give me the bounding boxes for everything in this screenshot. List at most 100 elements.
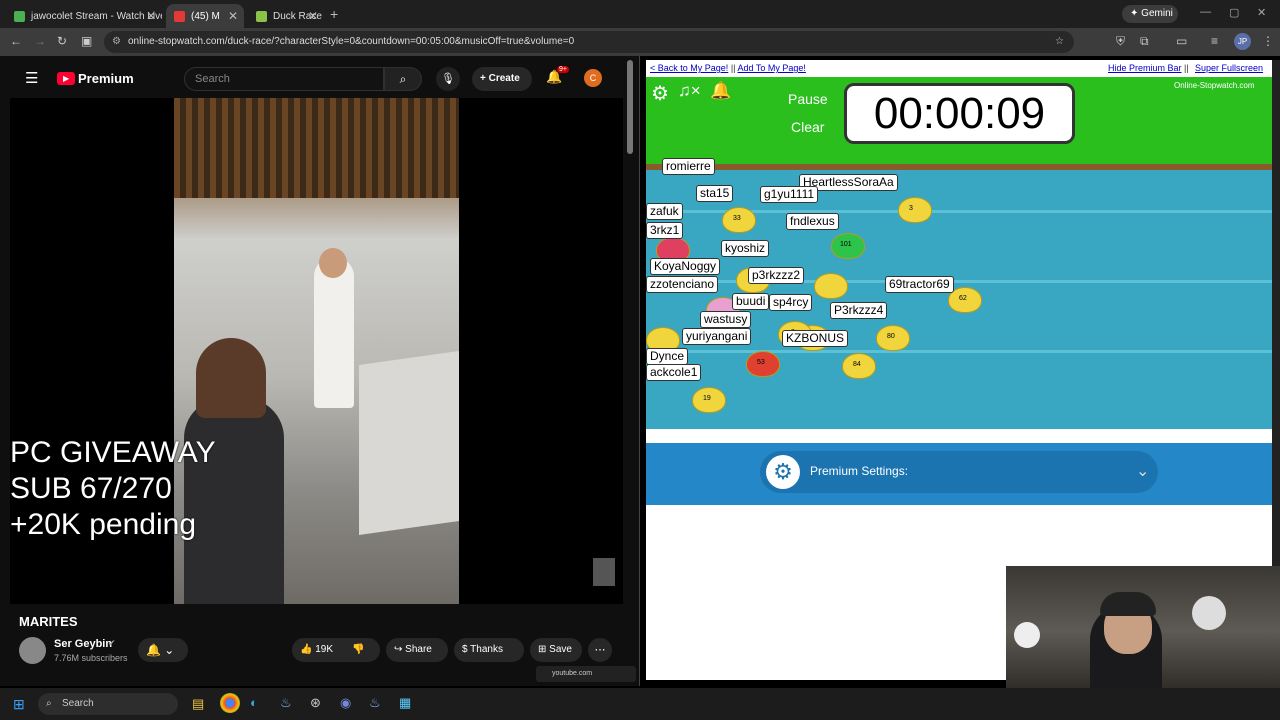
hide-premium-bar-link[interactable]: Hide Premium Bar — [1108, 60, 1182, 77]
hamburger-icon[interactable]: ☰ — [25, 69, 38, 87]
like-button[interactable]: 👍 19K — [300, 638, 333, 662]
ceiling-slats — [174, 98, 459, 198]
minimize-icon[interactable]: — — [1200, 6, 1211, 18]
address-bar[interactable]: ⚙ online-stopwatch.com/duck-race/?charac… — [104, 31, 1074, 53]
extensions-icon[interactable]: ⧉ — [1140, 34, 1149, 49]
bookmark-star-icon[interactable]: ☆ — [1055, 31, 1064, 53]
racer-label: KoyaNoggy — [650, 258, 721, 275]
close-icon[interactable]: ✕ — [228, 9, 238, 23]
back-icon[interactable]: ← — [10, 34, 22, 48]
racer-label: g1yu1111 — [760, 186, 819, 203]
steam-icon[interactable]: ♨ — [369, 695, 381, 711]
youtube-logo-text[interactable]: Premium — [78, 71, 134, 86]
edge-icon[interactable]: ◐ — [250, 695, 258, 710]
search-input[interactable]: Search — [184, 67, 384, 91]
super-fullscreen-link[interactable]: Super Fullscreen — [1195, 60, 1263, 77]
duck-racer: 101 — [831, 233, 865, 259]
share-icon: ↪ — [394, 644, 406, 655]
create-button[interactable]: + Create — [472, 67, 532, 91]
scrollbar-thumb[interactable] — [627, 60, 633, 154]
account-avatar[interactable]: C — [584, 69, 602, 87]
channel-watermark[interactable] — [593, 558, 615, 586]
youtube-header: ☰ ▶ Premium Search ⌕ 🎙 + Create 🔔 9+ C — [0, 56, 628, 100]
racer-label: zzotenciano — [646, 276, 719, 293]
tab-favicon — [256, 10, 267, 22]
sound-icon[interactable]: 🔔 — [710, 81, 731, 101]
overlay-line-3: +20K pending — [10, 508, 197, 541]
gemini-button[interactable]: ✦ Gemini — [1122, 5, 1178, 23]
person-head — [319, 248, 347, 278]
forward-icon[interactable]: → — [34, 34, 46, 48]
channel-name[interactable]: Ser Geybin — [54, 638, 112, 650]
dislike-button[interactable]: 👎 — [352, 638, 364, 662]
menu-icon[interactable]: ⋮ — [1262, 34, 1274, 48]
tab-duck-race[interactable]: Duck Race ✕ — [248, 4, 324, 28]
windows-start-icon[interactable]: ⊞ — [13, 696, 25, 713]
racer-label: p3rkzzz2 — [748, 267, 805, 284]
create-label: Create — [488, 73, 520, 84]
save-label: Save — [549, 644, 572, 655]
share-button[interactable]: ↪ Share — [386, 638, 448, 662]
video-player[interactable]: PC GIVEAWAY SUB 67/270 +20K pending — [10, 98, 623, 604]
duck-racer: 33 — [722, 207, 756, 233]
add-to-page-link[interactable]: Add To My Page! — [738, 63, 806, 73]
cast-icon[interactable]: ▭ — [1176, 34, 1187, 48]
youtube-logo-icon[interactable]: ▶ — [57, 72, 75, 85]
media-icon[interactable]: ≡ — [1211, 34, 1218, 48]
overlay-line-1: PC GIVEAWAY — [10, 436, 216, 469]
tab-jawocolet[interactable]: jawocolet Stream - Watch Live ✕ — [6, 4, 162, 28]
more-actions-icon[interactable]: ⋯ — [588, 638, 612, 662]
racer-label: kyoshiz — [721, 240, 770, 257]
reload-icon[interactable]: ↻ — [57, 34, 67, 48]
notepad-icon[interactable]: ▦ — [399, 695, 411, 711]
profile-avatar[interactable]: JP — [1234, 33, 1251, 50]
notification-badge: 9+ — [557, 66, 569, 73]
racer-label: wastusy — [700, 311, 752, 328]
miniplayer-source[interactable]: youtube.com — [536, 666, 636, 682]
person-figure — [314, 258, 354, 408]
close-icon[interactable]: ✕ — [308, 9, 318, 23]
duck-racer: 3 — [898, 197, 932, 223]
close-icon[interactable]: ✕ — [146, 9, 156, 23]
steam-icon[interactable]: ♨ — [280, 695, 292, 711]
like-count: 19K — [315, 644, 334, 655]
settings-gear-icon[interactable]: ⚙ — [651, 81, 669, 106]
new-tab-button[interactable]: + — [330, 6, 338, 22]
chrome-icon[interactable] — [220, 693, 240, 713]
music-off-icon[interactable]: ♫× — [678, 81, 701, 101]
premium-settings-toggle[interactable]: ⚙ Premium Settings: ⌄ — [760, 451, 1158, 493]
app-icon[interactable]: ⊛ — [310, 695, 321, 711]
back-to-page-link[interactable]: < Back to My Page! — [650, 63, 728, 73]
file-explorer-icon[interactable]: ▤ — [192, 696, 204, 712]
foreground-person — [184, 398, 284, 604]
racer-label: 69tractor69 — [885, 276, 954, 293]
thanks-button[interactable]: $ Thanks — [454, 638, 524, 662]
clear-button[interactable]: Clear — [791, 119, 824, 135]
channel-avatar[interactable] — [19, 637, 46, 664]
search-button[interactable]: ⌕ — [384, 67, 422, 91]
link-separator: || — [1184, 63, 1189, 73]
tab-label: (45) M — [191, 10, 220, 22]
subscribe-bell-button[interactable]: 🔔 ⌄ — [138, 638, 188, 662]
close-window-icon[interactable]: ✕ — [1257, 6, 1266, 19]
save-icon: ⊞ — [538, 644, 550, 655]
site-info-icon[interactable]: ⚙ — [112, 31, 121, 53]
shield-icon[interactable]: ⛨ — [1116, 34, 1125, 49]
taskbar-search[interactable]: ⌕ Search — [38, 693, 178, 715]
link-separator: || — [730, 63, 736, 73]
browser-tab-bar: jawocolet Stream - Watch Live ✕ (45) M ✕… — [0, 0, 1280, 28]
pause-button[interactable]: Pause — [788, 91, 828, 107]
premium-settings-bar: ⚙ Premium Settings: ⌄ — [646, 443, 1272, 505]
gemini-icon: ✦ — [1130, 8, 1139, 19]
share-label: Share — [405, 644, 432, 655]
discord-icon[interactable]: ◉ — [340, 695, 351, 711]
sidebar-icon[interactable]: ▣ — [81, 34, 92, 48]
racer-label: KZBONUS — [782, 330, 849, 347]
verified-icon: ✔ — [108, 638, 116, 648]
tab-youtube[interactable]: (45) M ✕ — [166, 4, 244, 28]
maximize-icon[interactable]: ▢ — [1229, 6, 1239, 19]
duck-racer: 53 — [746, 351, 780, 377]
save-button[interactable]: ⊞ Save — [530, 638, 582, 662]
mic-icon[interactable]: 🎙 — [436, 67, 460, 91]
foreground-hair — [196, 338, 266, 418]
